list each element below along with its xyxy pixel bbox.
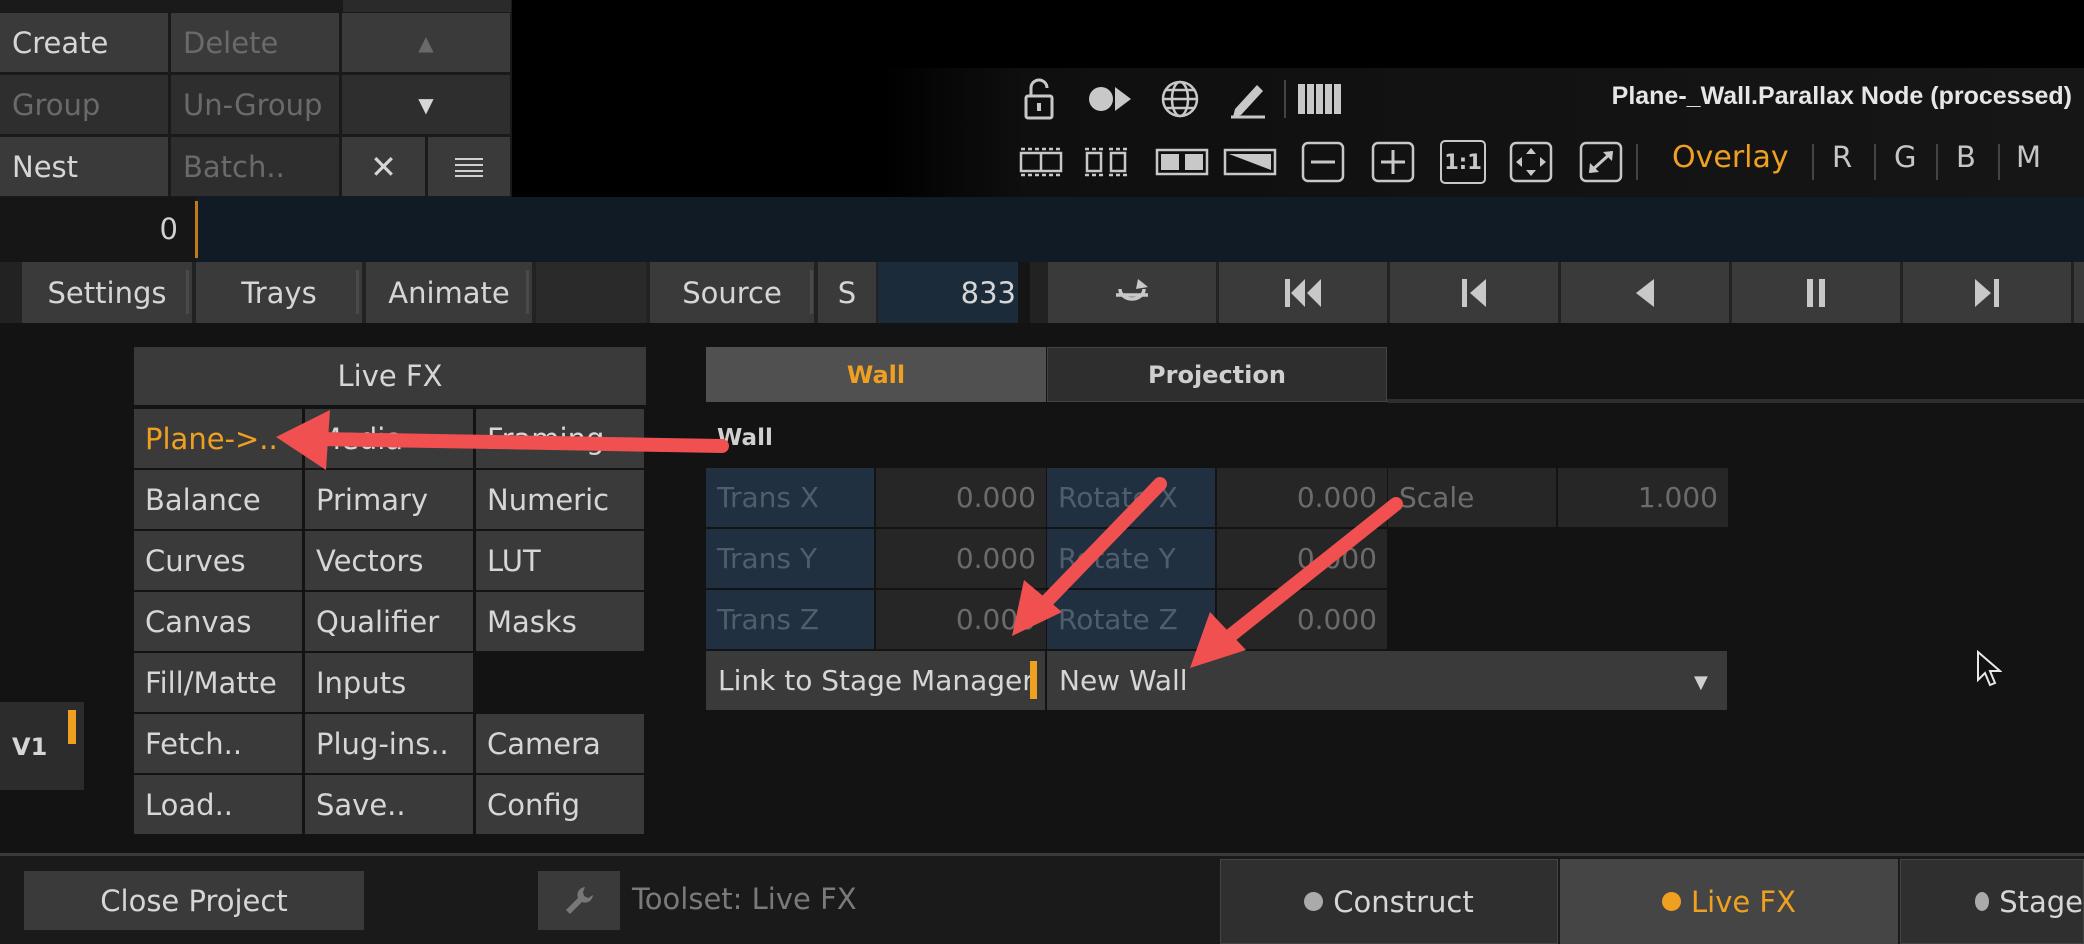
- tab-construct-label: Construct: [1333, 884, 1474, 919]
- stage-dot-icon: [1975, 892, 1990, 911]
- tab-livefx-label: Live FX: [1691, 884, 1796, 919]
- tab-livefx[interactable]: Live FX: [1560, 859, 1898, 944]
- tab-construct[interactable]: Construct: [1220, 859, 1558, 944]
- livefx-dot-icon: [1662, 892, 1681, 911]
- annotation-arrows: [276, 410, 1403, 668]
- close-project-button[interactable]: Close Project: [24, 871, 364, 930]
- construct-dot-icon: [1304, 892, 1324, 911]
- tab-stage[interactable]: Stage: [1900, 859, 2084, 944]
- tab-stage-label: Stage: [1999, 884, 2083, 919]
- wrench-icon[interactable]: [538, 871, 620, 930]
- toolset-label: Toolset: Live FX: [632, 882, 857, 916]
